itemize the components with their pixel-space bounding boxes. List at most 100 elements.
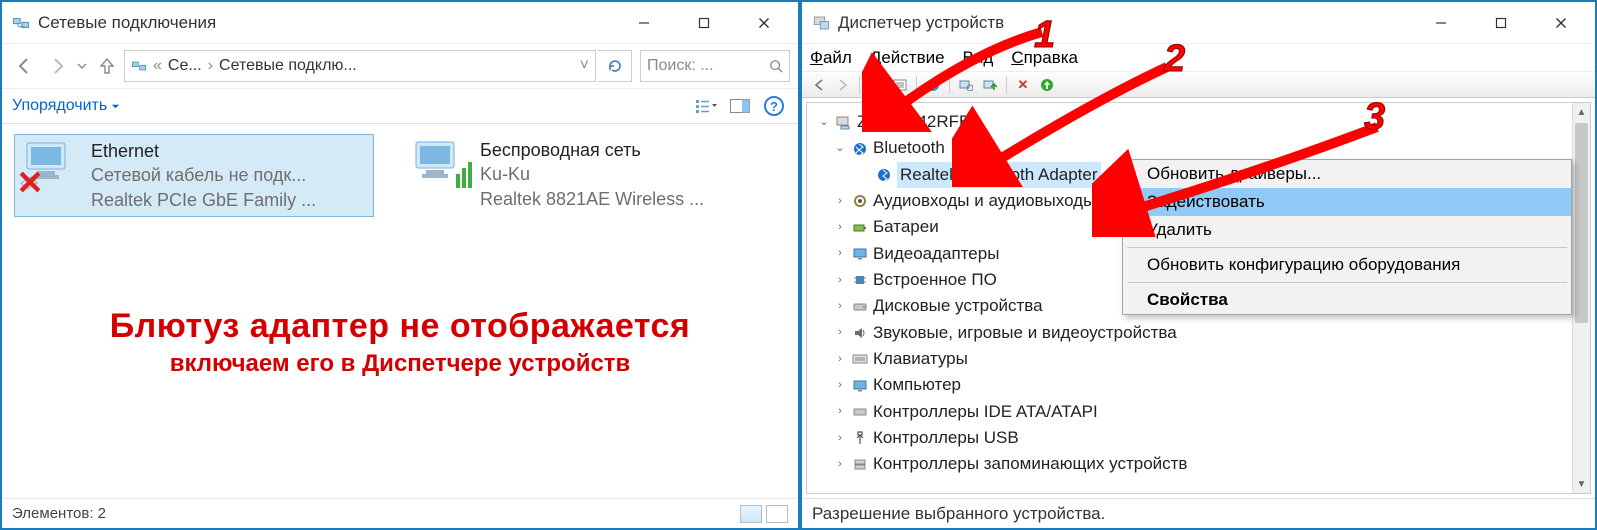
search-input[interactable]: Поиск: ... (640, 50, 790, 82)
show-hidden-button[interactable] (865, 75, 887, 95)
expand-icon[interactable]: › (833, 298, 847, 315)
ctx-delete[interactable]: Удалить (1123, 216, 1571, 244)
menu-action[interactable]: Действие (870, 48, 945, 68)
connection-status: Ku-Ku (480, 162, 704, 186)
annotation-number-1: 1 (1034, 14, 1055, 57)
enable-button[interactable] (1036, 75, 1058, 95)
scroll-up[interactable]: ▲ (1573, 103, 1590, 121)
minimize-button[interactable] (1411, 4, 1471, 42)
toolbar: ? ✕ (802, 72, 1595, 98)
expand-icon[interactable]: › (833, 324, 847, 341)
menu-view[interactable]: Вид (963, 48, 994, 68)
expand-icon[interactable]: › (833, 403, 847, 420)
tree-keyboard[interactable]: › Клавиатуры (817, 346, 1590, 372)
expand-icon[interactable]: › (833, 219, 847, 236)
bluetooth-icon (851, 140, 869, 158)
search-icon (769, 59, 783, 73)
tree-root[interactable]: ⌄ ZV VD-I42RFB5 (817, 109, 1590, 135)
bluetooth-icon (875, 166, 893, 184)
device-manager-window: Диспетчер устройств Файл Действие Вид Сп… (800, 0, 1597, 530)
connection-name: Беспроводная сеть (480, 138, 704, 162)
scroll-down[interactable]: ▼ (1573, 475, 1590, 493)
collapse-icon[interactable]: ⌄ (817, 114, 831, 131)
tree-ide[interactable]: › Контроллеры IDE ATA/ATAPI (817, 399, 1590, 425)
status-text: Разрешение выбранного устройства. (812, 504, 1105, 524)
device-manager-icon (812, 14, 830, 32)
collapse-icon[interactable]: ⌄ (833, 140, 847, 157)
tree-bluetooth[interactable]: ⌄ Bluetooth (817, 135, 1590, 161)
audio-icon (851, 192, 869, 210)
refresh-button[interactable] (598, 50, 632, 82)
help-button[interactable]: ? (760, 92, 788, 120)
tree-computer[interactable]: › Компьютер (817, 372, 1590, 398)
preview-pane-button[interactable] (726, 92, 754, 120)
forward-button[interactable] (42, 51, 72, 81)
minimize-button[interactable] (614, 4, 674, 42)
pc-icon (851, 377, 869, 395)
details-view-button[interactable] (740, 505, 762, 523)
computer-icon (835, 113, 853, 131)
expand-icon[interactable]: › (833, 245, 847, 262)
expand-icon[interactable]: › (833, 456, 847, 473)
annotation-caption: Блютуз адаптер не отображается включаем … (14, 307, 786, 378)
tree-sound[interactable]: › Звуковые, игровые и видеоустройства (817, 320, 1590, 346)
menu-separator (1127, 247, 1567, 248)
close-button[interactable] (1531, 4, 1591, 42)
icons-view-button[interactable] (766, 505, 788, 523)
breadcrumb[interactable]: Се... (168, 57, 202, 75)
uninstall-button[interactable]: ✕ (1012, 75, 1034, 95)
status-bar: Элементов: 2 (2, 498, 798, 528)
tree-storage[interactable]: › Контроллеры запоминающих устройств (817, 451, 1590, 477)
history-dropdown[interactable] (74, 51, 90, 81)
ctx-scan-hardware[interactable]: Обновить конфигурацию оборудования (1123, 251, 1571, 279)
connection-adapter: Realtek PCIe GbE Family ... (91, 188, 316, 212)
vertical-scrollbar[interactable]: ▲ ▼ (1572, 103, 1590, 493)
forward-button[interactable] (832, 75, 854, 95)
chip-icon (851, 271, 869, 289)
organize-menu[interactable]: Упорядочить (12, 97, 120, 115)
ctx-properties[interactable]: Свойства (1123, 286, 1571, 314)
device-tree: ⌄ ZV VD-I42RFB5 ⌄ Bluetooth Realtek Blue… (806, 102, 1591, 494)
up-button[interactable] (92, 51, 122, 81)
address-bar[interactable]: « Се... › Сетевые подклю... ˅ (124, 50, 596, 82)
expand-icon[interactable]: › (833, 193, 847, 210)
connection-status: Сетевой кабель не подк... (91, 163, 316, 187)
disk-icon (851, 298, 869, 316)
ethernet-icon (19, 139, 83, 193)
menubar: Файл Действие Вид Справка (802, 44, 1595, 72)
dropdown-icon[interactable]: ˅ (580, 57, 589, 75)
usb-icon (851, 429, 869, 447)
back-button[interactable] (808, 75, 830, 95)
tree-usb[interactable]: › Контроллеры USB (817, 425, 1590, 451)
breadcrumb[interactable]: Сетевые подклю... (219, 57, 357, 75)
properties-button[interactable] (889, 75, 911, 95)
ctx-enable[interactable]: Задействовать (1123, 188, 1571, 216)
update-driver-button[interactable] (979, 75, 1001, 95)
expand-icon[interactable]: › (833, 377, 847, 394)
item-count: Элементов: 2 (12, 505, 106, 522)
expand-icon[interactable]: › (833, 272, 847, 289)
scroll-thumb[interactable] (1575, 123, 1588, 323)
view-dropdown[interactable] (692, 92, 720, 120)
connection-adapter: Realtek 8821AE Wireless ... (480, 187, 704, 211)
window-title: Диспетчер устройств (838, 13, 1411, 33)
crumb-sep: › (208, 57, 213, 75)
titlebar: Диспетчер устройств (802, 2, 1595, 44)
ctx-update-driver[interactable]: Обновить драйверы... (1123, 160, 1571, 188)
help-button[interactable]: ? (922, 75, 944, 95)
scan-hardware-button[interactable] (955, 75, 977, 95)
content-area: Ethernet Сетевой кабель не подк... Realt… (2, 124, 798, 498)
menu-file[interactable]: Файл (810, 48, 852, 68)
back-button[interactable] (10, 51, 40, 81)
maximize-button[interactable] (1471, 4, 1531, 42)
network-connections-window: Сетевые подключения « Се... › Сетевые по… (0, 0, 800, 530)
maximize-button[interactable] (674, 4, 734, 42)
close-button[interactable] (734, 4, 794, 42)
connection-ethernet[interactable]: Ethernet Сетевой кабель не подк... Realt… (14, 134, 374, 217)
expand-icon[interactable]: › (833, 430, 847, 447)
wifi-icon (408, 138, 472, 192)
expand-icon[interactable]: › (833, 351, 847, 368)
navbar: « Се... › Сетевые подклю... ˅ Поиск: ... (2, 44, 798, 88)
titlebar: Сетевые подключения (2, 2, 798, 44)
connection-wifi[interactable]: Беспроводная сеть Ku-Ku Realtek 8821AE W… (404, 134, 764, 217)
